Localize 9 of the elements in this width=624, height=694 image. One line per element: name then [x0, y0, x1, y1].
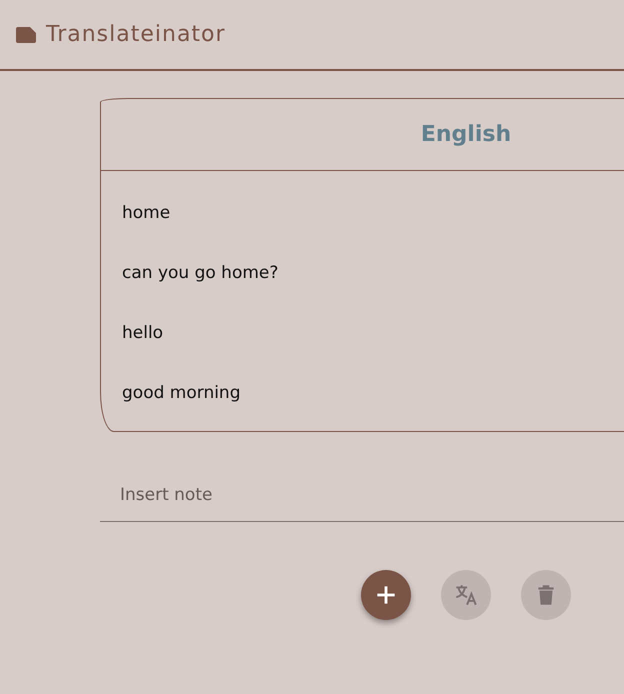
add-button[interactable] [361, 570, 411, 620]
note-icon [16, 26, 36, 42]
table-cell: hello [122, 323, 164, 343]
table-cell: home [122, 203, 170, 223]
note-field[interactable]: Insert note [100, 468, 624, 522]
table-cell: can you go home? [122, 263, 278, 283]
column-header: English [420, 122, 512, 147]
table-cell: good morning [122, 383, 241, 403]
app-title: Translateinator [46, 22, 226, 47]
